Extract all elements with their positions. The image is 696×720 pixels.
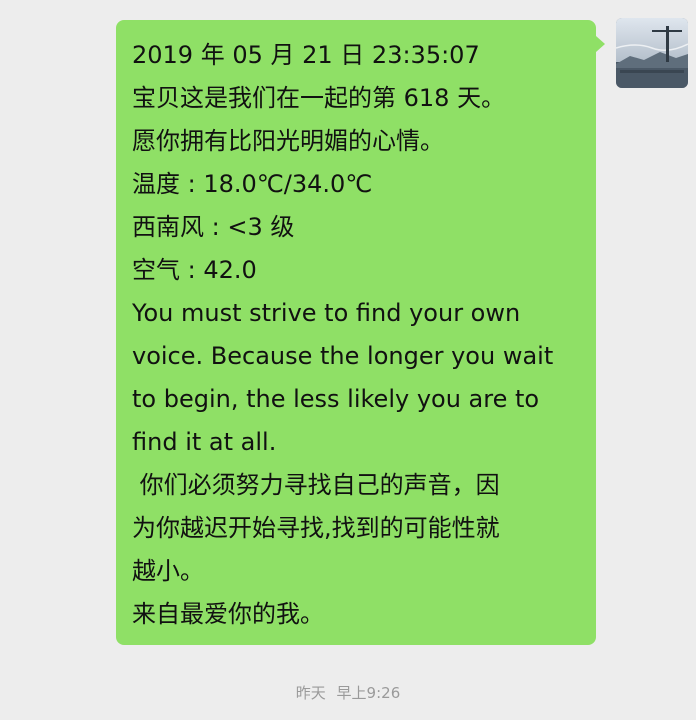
bubble-tail: [596, 36, 605, 52]
message-line-signature: 来自最爱你的我。: [132, 600, 324, 628]
message-line-quote-zh-2: 为你越迟开始寻找,找到的可能性就: [132, 514, 500, 542]
message-line-wind: 西南风 : <3 级: [132, 213, 295, 241]
message-line-quote-zh-3: 越小。: [132, 557, 204, 585]
avatar[interactable]: [616, 18, 688, 88]
message-line-temperature: 温度 : 18.0℃/34.0℃: [132, 170, 373, 198]
message-line-quote-en-2: voice. Because the longer you wait: [132, 342, 554, 370]
chat-area[interactable]: 2019 年 05 月 21 日 23:35:07 宝贝这是我们在一起的第 61…: [0, 0, 696, 720]
message-line-wish: 愿你拥有比阳光明媚的心情。: [132, 127, 444, 155]
avatar-photo-icon: [616, 18, 688, 88]
message-bubble[interactable]: 2019 年 05 月 21 日 23:35:07 宝贝这是我们在一起的第 61…: [116, 20, 596, 645]
message-line-quote-en-4: find it at all.: [132, 428, 277, 456]
timestamp-day: 昨天: [295, 684, 326, 702]
message-date-line: 2019 年 05 月 21 日 23:35:07: [132, 41, 480, 69]
message-line-quote-zh-1: 你们必须努力寻找自己的声音，因: [132, 471, 500, 499]
message-line-quote-en-3: to begin, the less likely you are to: [132, 385, 540, 413]
message-line-quote-en-1: You must strive to find your own: [132, 299, 521, 327]
message-line-anniversary: 宝贝这是我们在一起的第 618 天。: [132, 84, 506, 112]
message-line-air: 空气 : 42.0: [132, 256, 257, 284]
message-timestamp: 昨天 早上9:26: [0, 682, 696, 703]
timestamp-time: 早上9:26: [336, 684, 401, 702]
